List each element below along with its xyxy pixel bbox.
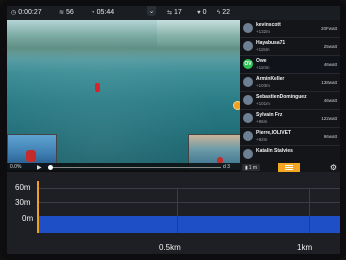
elapsed-value: 0:00:27 [18,9,42,16]
rower-power: 25watt [323,44,337,49]
list-view-button[interactable] [278,163,300,172]
stroke-distance-stat: ⇆ 17 [167,9,182,16]
leaderboard-row[interactable]: ArminKeller +103m 138watt [240,74,340,92]
video-shoreline-far [157,20,240,48]
rower-gap: +132m [256,29,270,34]
rower-name: Sylvain Frz [256,112,283,118]
rower-power: 122watt [321,116,337,121]
split-value: 05:44 [96,9,115,16]
leaderboard-row[interactable]: SebastienDominguez +101m 46watt [240,92,340,110]
play-icon[interactable]: ▶ [37,164,42,171]
video-controls: 0.0% ▶ d 3 [7,163,240,172]
position-marker [37,181,39,233]
rower-power: 20Fwatt [320,26,337,31]
split-stat: ◔ 05:44 [91,9,114,16]
heart-rate-value: 0 [202,9,207,16]
avatar [243,23,253,33]
rower-name: Pierre,IOLIVET [256,130,292,136]
grid-line-60 [37,188,340,189]
leaderboard-row[interactable]: Katalin Stalvies [240,146,340,163]
grid-line-1km [309,188,310,233]
rower-power: 138watt [321,80,337,85]
avatar [243,95,253,105]
rower-power: 96watt [323,134,337,139]
rower-power: 46watt [323,62,337,67]
chevron-down-icon: ⌄ [148,8,155,15]
elevation-area [37,216,340,233]
rower-name: Hayabusa71 [256,40,286,46]
rower-name: SebastienDominguez [256,94,307,100]
rate-stat: ≋ 56 [59,9,74,16]
rower-gap: +101m [256,101,270,106]
device-frame: ◷ 0:00:27 ≋ 56 ◔ 05:44 ⌄ ⇆ 17 ♥ 0 ϟ 22 0… [0,0,346,260]
app-screen: ◷ 0:00:27 ≋ 56 ◔ 05:44 ⌄ ⇆ 17 ♥ 0 ϟ 22 0… [7,6,340,254]
view-toggle-button[interactable]: ▮ 1 m [242,164,260,171]
stroke-distance-value: 17 [174,9,182,16]
rate-value: 56 [66,9,74,16]
leaderboard-row[interactable]: OV Owe +110m 46watt [240,56,340,74]
power-stat: ϟ 22 [217,9,230,16]
leaderboard-row[interactable]: kevinscott +132m 20Fwatt [240,20,340,38]
rower-boat [95,83,100,92]
y-label-60: 60m [15,183,31,192]
rower-power: 46watt [323,98,337,103]
avatar [243,77,253,87]
avatar [243,41,253,51]
rower-gap: +103m [256,83,270,88]
rower-gap: +92m [256,137,268,142]
x-label-half-km: 0.5km [159,243,181,252]
rower-name: kevinscott [256,22,281,28]
elevation-profile: 60m 30m 0m 0.5km 1km [7,172,340,254]
rower-gap: +110m [256,65,270,70]
gear-icon[interactable]: ⚙ [330,163,337,172]
leaderboard: kevinscott +132m 20Fwatt Hayabusa71 +115m 25w… [240,20,340,163]
panel-drag-handle[interactable] [233,101,240,110]
clock-icon: ◷ [11,10,17,16]
heart-rate-stat: ♥ 0 [197,9,206,16]
my-avatar: OV [243,59,253,69]
grid-line-30 [37,202,340,203]
route-video[interactable] [7,20,240,170]
pip-rower [26,150,36,162]
rower-name: ArminKeller [256,76,285,82]
timer-icon: ◔ [91,9,95,16]
rate-icon: ≋ [59,10,65,16]
heart-icon: ♥ [197,9,201,16]
distance-icon: ⇆ [167,10,173,16]
y-label-30: 30m [15,198,31,207]
rower-gap: +96m [256,119,268,124]
rower-name: Owe [256,58,267,64]
rower-gap: +115m [256,47,270,52]
collapse-handle[interactable]: ⌄ [147,6,156,16]
view-toggle-label: 1 m [248,164,258,171]
avatar [243,113,253,123]
video-seek-knob[interactable] [48,165,53,170]
leaderboard-row[interactable]: Sylvain Frz +96m 122watt [240,110,340,128]
phone-icon: ▮ [244,164,248,171]
avatar [243,149,253,159]
grid-line-half-km [177,188,178,233]
elapsed-stat: ◷ 0:00:27 [11,9,42,16]
status-bar: ◷ 0:00:27 ≋ 56 ◔ 05:44 ⌄ ⇆ 17 ♥ 0 ϟ 22 [7,6,340,20]
y-label-0: 0m [22,214,34,223]
time-total: d 3 [223,164,230,170]
power-value: 22 [222,9,230,16]
leaderboard-row[interactable]: Pierre,IOLIVET +92m 96watt [240,128,340,146]
rower-name: Katalin Stalvies [256,148,293,154]
x-label-1km: 1km [297,243,313,252]
leaderboard-footer: ▮ 1 m ⚙ [240,163,340,172]
time-current: 0.0% [10,164,22,170]
list-icon [285,167,293,168]
avatar [243,131,253,141]
leaderboard-row[interactable]: Hayabusa71 +115m 25watt [240,38,340,56]
video-seek-track[interactable] [51,167,221,168]
power-icon: ϟ [217,9,221,16]
